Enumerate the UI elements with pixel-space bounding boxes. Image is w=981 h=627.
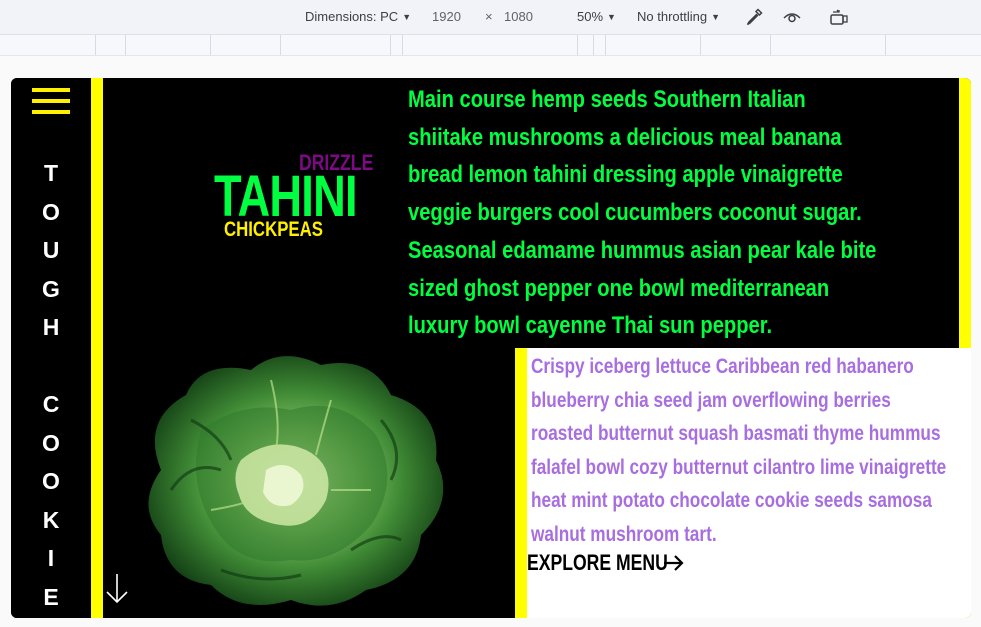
brand-letter: I: [47, 545, 55, 571]
brand-letter: H: [42, 314, 60, 340]
brand-letter: T: [43, 160, 59, 186]
height-input[interactable]: 1080: [504, 0, 533, 34]
eyedropper-icon[interactable]: [744, 7, 764, 27]
brand-vertical: T O U G H C O O K I E: [11, 154, 91, 616]
brand-letter: E: [43, 583, 59, 610]
brand-letter: G: [42, 275, 60, 302]
intro-paragraph: Main course hemp seeds Southern Italian …: [408, 86, 877, 340]
dimensions-dropdown[interactable]: Dimensions: PC ▼: [305, 0, 411, 34]
site-viewport: T O U G H C O O K I E DRIZZLE TAHINI CHI…: [11, 78, 971, 618]
accent-bar-left: [91, 78, 103, 618]
throttling-dropdown[interactable]: No throttling ▼: [637, 0, 720, 34]
hero-word-chickpeas: CHICKPEAS: [224, 218, 323, 241]
brand-letter-gap: [11, 347, 91, 386]
devtools-device-toolbar: Dimensions: PC ▼ 1920 × 1080 50% ▼ No thro…: [0, 0, 981, 35]
brand-letter: O: [42, 429, 60, 456]
brand-letter: K: [42, 506, 60, 533]
times-separator: ×: [485, 9, 493, 24]
menu-card: Crispy iceberg lettuce Caribbean red hab…: [515, 348, 971, 618]
brand-letter: C: [42, 391, 60, 417]
explore-menu-link[interactable]: EXPLORE MENU: [527, 550, 685, 576]
site-sidebar: T O U G H C O O K I E: [11, 78, 91, 618]
hamburger-menu-icon[interactable]: [32, 88, 70, 116]
brand-letter: U: [42, 237, 60, 263]
caret-down-icon: ▼: [711, 12, 721, 22]
explore-menu-label: EXPLORE MENU: [527, 550, 668, 575]
scroll-down-arrow-icon[interactable]: [104, 572, 130, 606]
caret-down-icon: ▼: [402, 12, 412, 22]
width-input[interactable]: 1920: [432, 0, 461, 34]
dimensions-label: Dimensions: PC: [305, 9, 399, 24]
brand-letter: O: [42, 198, 60, 225]
brand-letter: O: [42, 468, 60, 494]
zoom-dropdown[interactable]: 50% ▼: [577, 0, 616, 34]
card-paragraph: Crispy iceberg lettuce Caribbean red hab…: [531, 355, 947, 546]
lettuce-image: [148, 356, 444, 606]
zoom-label: 50%: [577, 9, 604, 24]
eye-icon[interactable]: [782, 7, 802, 27]
throttling-label: No throttling: [637, 9, 708, 24]
rotate-device-icon[interactable]: [829, 7, 849, 27]
caret-down-icon: ▼: [607, 12, 616, 22]
media-query-ruler: [0, 35, 981, 56]
